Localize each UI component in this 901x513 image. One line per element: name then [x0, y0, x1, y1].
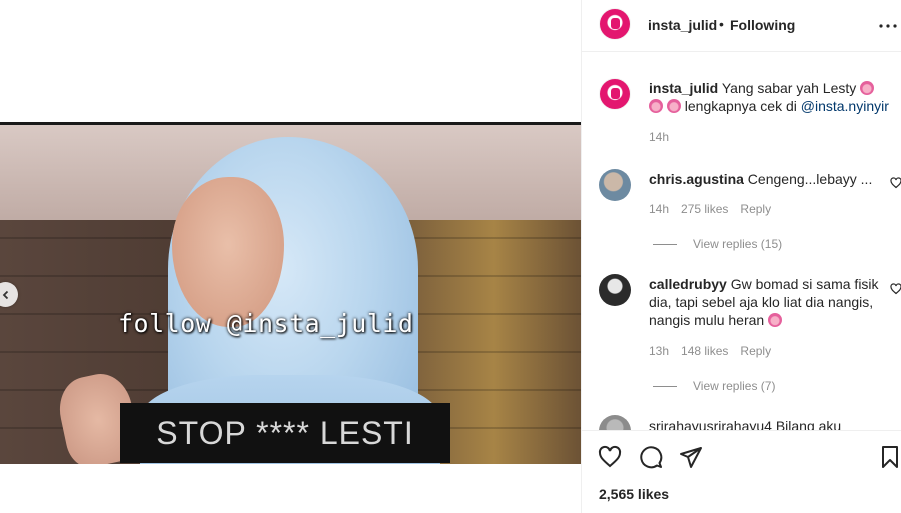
caption-mention-link[interactable]: @insta.nyinyir	[801, 98, 889, 114]
like-comment-heart-icon[interactable]	[890, 177, 901, 189]
like-heart-icon[interactable]	[598, 445, 622, 469]
video-caption-text: STOP **** LESTI	[156, 414, 414, 451]
view-replies-label: View replies (7)	[693, 379, 776, 393]
comment-bubble-icon[interactable]	[639, 445, 663, 469]
comment-body-line-1: Gw bomad si sama fisik	[726, 276, 879, 292]
comment-body: Cengeng...lebayy ...	[743, 171, 873, 187]
bookmark-icon[interactable]	[878, 445, 901, 469]
comment-body-line-2: dia, tapi sebel aja klo liat dia nangis,	[649, 294, 874, 310]
comment-username[interactable]: calledrubyy	[649, 276, 727, 292]
crying-emoji-icon	[649, 99, 663, 113]
comment-body-line-3: nangis mulu heran	[649, 312, 765, 328]
comment-likes[interactable]: 148 likes	[681, 344, 728, 358]
caption-avatar[interactable]	[599, 78, 631, 110]
video-frame[interactable]: follow @insta_julid STOP **** LESTI	[0, 122, 581, 464]
caption-timestamp[interactable]: 14h	[649, 130, 669, 144]
video-caption-box: STOP **** LESTI	[120, 403, 450, 463]
avatar[interactable]	[599, 8, 631, 40]
post-header: insta_julid • Following	[582, 0, 901, 52]
comment-text: calledrubyy Gw bomad si sama fisik dia, …	[649, 275, 885, 329]
chevron-left-icon	[2, 290, 8, 299]
commenter-avatar[interactable]	[599, 274, 631, 306]
comment-username[interactable]: chris.agustina	[649, 171, 744, 187]
reply-button[interactable]: Reply	[740, 202, 771, 216]
like-comment-heart-icon[interactable]	[890, 283, 901, 295]
action-bar	[582, 430, 901, 482]
crying-emoji-icon	[860, 81, 875, 95]
reply-button[interactable]: Reply	[740, 344, 771, 358]
video-watermark: follow @insta_julid	[118, 309, 414, 338]
comment-text-partial: srirahayusrirahayu4 Bilang aku	[649, 418, 842, 430]
post-panel: insta_julid • Following insta_julid Yang…	[581, 0, 901, 513]
comment-likes[interactable]: 275 likes	[681, 202, 728, 216]
face	[172, 177, 284, 327]
commenter-avatar[interactable]	[599, 169, 631, 201]
separator-dot: •	[719, 16, 724, 32]
replies-line	[653, 386, 677, 388]
following-button[interactable]: Following	[730, 17, 795, 33]
caption-text-2: lengkapnya cek di	[680, 98, 801, 114]
comment-time[interactable]: 13h	[649, 344, 669, 358]
comments-list[interactable]: insta_julid Yang sabar yah Lesty lengkap…	[582, 53, 901, 430]
caption-username[interactable]: insta_julid	[649, 80, 718, 96]
commenter-avatar[interactable]	[599, 415, 631, 430]
post-caption: insta_julid Yang sabar yah Lesty lengkap…	[649, 79, 889, 115]
caption-text-1: Yang sabar yah Lesty	[718, 80, 857, 96]
header-username[interactable]: insta_julid	[648, 17, 717, 33]
crying-emoji-icon	[666, 99, 681, 113]
caption-time: 14h	[649, 130, 681, 144]
view-replies-button[interactable]: View replies (15)	[653, 237, 782, 251]
comment-meta: 13h 148 likes Reply	[649, 344, 783, 358]
view-replies-label: View replies (15)	[693, 237, 783, 251]
comment-meta: 14h 275 likes Reply	[649, 202, 783, 216]
replies-line	[653, 244, 677, 246]
share-paper-plane-icon[interactable]	[679, 445, 703, 469]
comment-text: chris.agustina Cengeng...lebayy ...	[649, 170, 879, 188]
post-media: follow @insta_julid STOP **** LESTI	[0, 0, 581, 513]
view-replies-button[interactable]: View replies (7)	[653, 379, 775, 393]
likes-count[interactable]: 2,565 likes	[599, 486, 669, 502]
more-options-icon[interactable]	[878, 16, 898, 36]
comment-time[interactable]: 14h	[649, 202, 669, 216]
crying-emoji-icon	[768, 313, 783, 327]
